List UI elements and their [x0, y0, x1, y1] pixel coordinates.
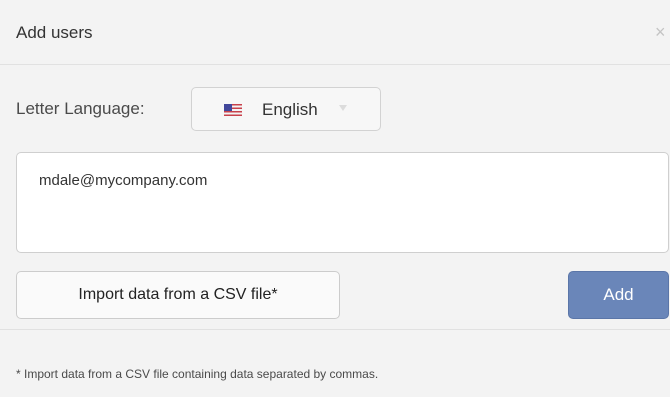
dialog-footer [0, 329, 670, 397]
letter-language-label: Letter Language: [16, 99, 145, 118]
import-csv-label: Import data from a CSV file* [78, 286, 278, 303]
dialog-header: Add users × [0, 0, 670, 65]
us-flag-icon [224, 104, 242, 116]
chevron-down-icon [339, 105, 347, 111]
close-icon[interactable]: × [655, 21, 669, 43]
import-csv-button[interactable]: Import data from a CSV file* [16, 271, 340, 319]
emails-input[interactable]: mdale@mycompany.com [16, 152, 669, 253]
csv-footnote: * Import data from a CSV file containing… [16, 367, 379, 381]
add-users-dialog: Add users × Letter Language: English mda… [0, 0, 670, 397]
add-button-label: Add [603, 285, 634, 304]
selected-language: English [262, 100, 318, 119]
letter-language-dropdown[interactable]: English [191, 87, 381, 131]
dialog-title: Add users [16, 23, 93, 42]
add-button[interactable]: Add [568, 271, 669, 319]
